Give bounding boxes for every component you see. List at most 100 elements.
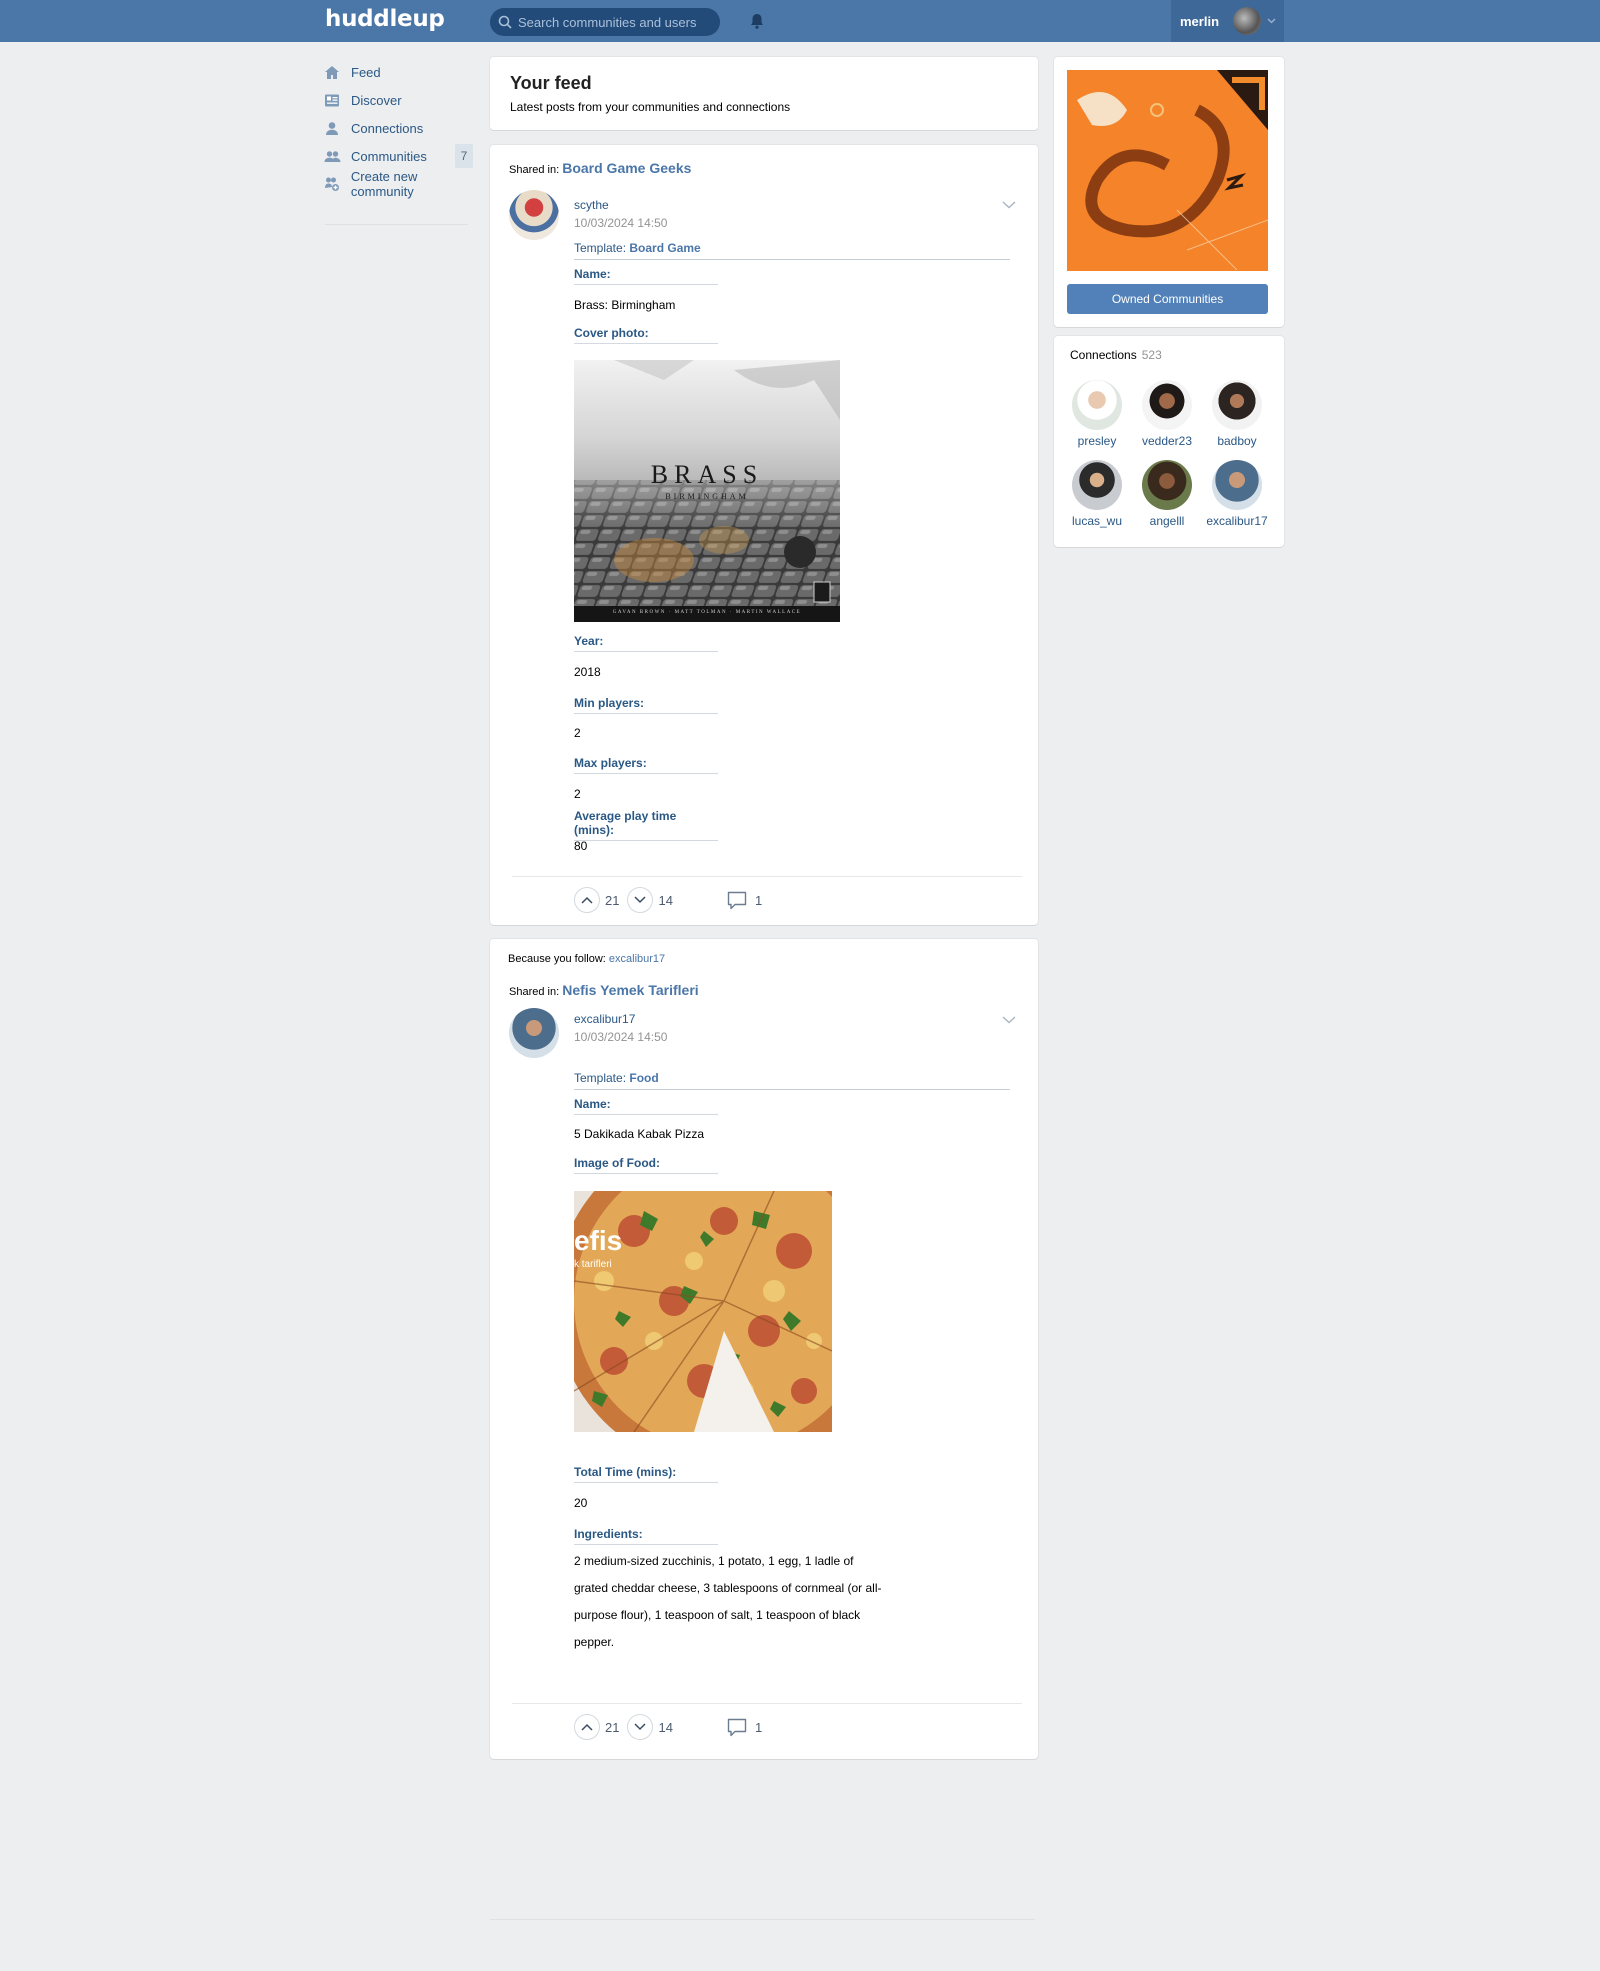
field-label: Total Time (mins): — [574, 1465, 718, 1483]
shared-in-label: Shared in: — [509, 986, 560, 998]
nav-label: Create new community — [350, 169, 418, 199]
nav-item-discover[interactable]: Discover — [323, 86, 483, 114]
post-card: Shared in: Board Game Geeks scythe 10/03… — [490, 145, 1038, 925]
comment-icon — [727, 891, 747, 909]
newspaper-icon — [323, 91, 341, 109]
connection-name: badboy — [1217, 434, 1257, 448]
footer-divider — [490, 1919, 1035, 1920]
field-value: 2 — [574, 726, 581, 740]
author-avatar[interactable] — [509, 190, 559, 240]
food-image: efis k tarifleri — [574, 1191, 832, 1432]
template-prefix: Template: — [574, 241, 627, 255]
communities-count-badge: 7 — [455, 144, 473, 168]
owned-communities-button[interactable]: Owned Communities — [1067, 284, 1268, 314]
comment-count: 1 — [754, 892, 763, 908]
nav-item-create-community[interactable]: Create new community — [323, 169, 483, 199]
nav-divider — [325, 224, 468, 225]
post-card: Because you follow: excalibur17 Shared i… — [490, 939, 1038, 1759]
template-label: Template: Board Game — [574, 241, 1010, 260]
shared-in: Shared in: Board Game Geeks — [509, 160, 691, 176]
cover-photo-art — [574, 360, 840, 622]
post-divider — [512, 876, 1022, 877]
nav-item-communities[interactable]: Communities 7 — [323, 142, 483, 170]
nav-label: Feed — [351, 64, 381, 80]
users-icon — [323, 147, 341, 165]
chevron-down-icon — [1267, 18, 1276, 24]
connection-item[interactable]: lucas_wu — [1062, 460, 1132, 528]
comment-button[interactable]: 1 — [727, 891, 770, 910]
field-label: Average play time (mins): — [574, 809, 718, 841]
connections-card: Connections 523 presley vedder23 badboy l… — [1054, 336, 1284, 547]
connection-item[interactable]: excalibur17 — [1202, 460, 1272, 528]
chevron-down-icon — [634, 1723, 646, 1731]
connection-item[interactable]: vedder23 — [1132, 380, 1202, 448]
followed-user-link[interactable]: excalibur17 — [609, 953, 665, 965]
field-value: 20 — [574, 1496, 588, 1510]
field-label: Image of Food: — [574, 1156, 718, 1174]
search-icon — [498, 15, 512, 29]
field-label: Min players: — [574, 696, 718, 714]
downvote-button[interactable] — [627, 1714, 654, 1740]
connection-item[interactable]: angelll — [1132, 460, 1202, 528]
post-divider — [512, 1703, 1022, 1704]
author-avatar[interactable] — [509, 1008, 559, 1058]
user-menu[interactable]: merlin — [1171, 0, 1284, 42]
connections-count: 523 — [1141, 348, 1162, 362]
avatar — [1212, 460, 1262, 510]
owned-communities-card: Owned Communities — [1054, 57, 1284, 327]
template-name[interactable]: Board Game — [629, 241, 700, 255]
search-input[interactable] — [518, 14, 708, 30]
connections-grid: presley vedder23 badboy lucas_wu angelll… — [1062, 380, 1276, 528]
comment-count: 1 — [754, 1719, 763, 1735]
field-label: Year: — [574, 634, 718, 652]
post-menu-chevron-icon[interactable] — [1002, 1016, 1016, 1024]
upvote-button[interactable] — [574, 887, 600, 913]
field-label: Ingredients: — [574, 1527, 718, 1545]
post-menu-chevron-icon[interactable] — [1002, 201, 1016, 209]
field-value: 2 medium-sized zucchinis, 1 potato, 1 eg… — [574, 1554, 882, 1649]
author-name[interactable]: scythe — [574, 198, 609, 212]
connection-name: presley — [1077, 434, 1117, 448]
search-box[interactable] — [490, 8, 720, 36]
community-link[interactable]: Board Game Geeks — [562, 160, 691, 176]
avatar — [1212, 380, 1262, 430]
nav-item-connections[interactable]: Connections — [323, 114, 483, 142]
nav-label: Discover — [351, 92, 402, 108]
community-link[interactable]: Nefis Yemek Tarifleri — [562, 982, 698, 998]
shared-in-label: Shared in: — [509, 164, 560, 176]
follow-reason: Because you follow: excalibur17 — [508, 953, 665, 965]
chevron-up-icon — [581, 896, 593, 904]
avatar — [1142, 460, 1192, 510]
shared-in: Shared in: Nefis Yemek Tarifleri — [509, 982, 699, 998]
field-value: 5 Dakikada Kabak Pizza — [574, 1127, 705, 1141]
upvote-count: 21 — [605, 1719, 620, 1735]
field-label: Cover photo: — [574, 326, 718, 344]
community-cover-art — [1067, 70, 1268, 271]
field-label: Max players: — [574, 756, 718, 774]
post-actions: 21 14 1 — [574, 887, 770, 913]
avatar — [1072, 460, 1122, 510]
connection-item[interactable]: presley — [1062, 380, 1132, 448]
upvote-button[interactable] — [574, 1714, 600, 1740]
connection-name: lucas_wu — [1071, 514, 1123, 528]
cover-subtitle: BIRMINGHAM — [665, 492, 749, 501]
field-value: 2018 — [574, 665, 601, 679]
connections-title[interactable]: Connections — [1070, 348, 1137, 362]
template-prefix: Template: — [574, 1071, 627, 1085]
comment-button[interactable]: 1 — [727, 1718, 770, 1737]
downvote-button[interactable] — [627, 887, 654, 913]
food-image-watermark: efis — [574, 1225, 623, 1256]
username: merlin — [1180, 13, 1220, 29]
field-value: 80 — [574, 839, 588, 853]
connection-item[interactable]: badboy — [1202, 380, 1272, 448]
nav-label: Communities — [351, 148, 427, 164]
field-label: Name: — [574, 1097, 718, 1115]
chevron-down-icon — [634, 896, 646, 904]
template-name[interactable]: Food — [629, 1071, 658, 1085]
create-community-icon — [323, 175, 341, 193]
upvote-count: 21 — [605, 892, 620, 908]
bell-icon[interactable] — [748, 12, 766, 30]
nav-item-feed[interactable]: Feed — [323, 58, 483, 86]
author-name[interactable]: excalibur17 — [574, 1012, 635, 1026]
app-logo[interactable]: huddleup — [325, 6, 445, 32]
